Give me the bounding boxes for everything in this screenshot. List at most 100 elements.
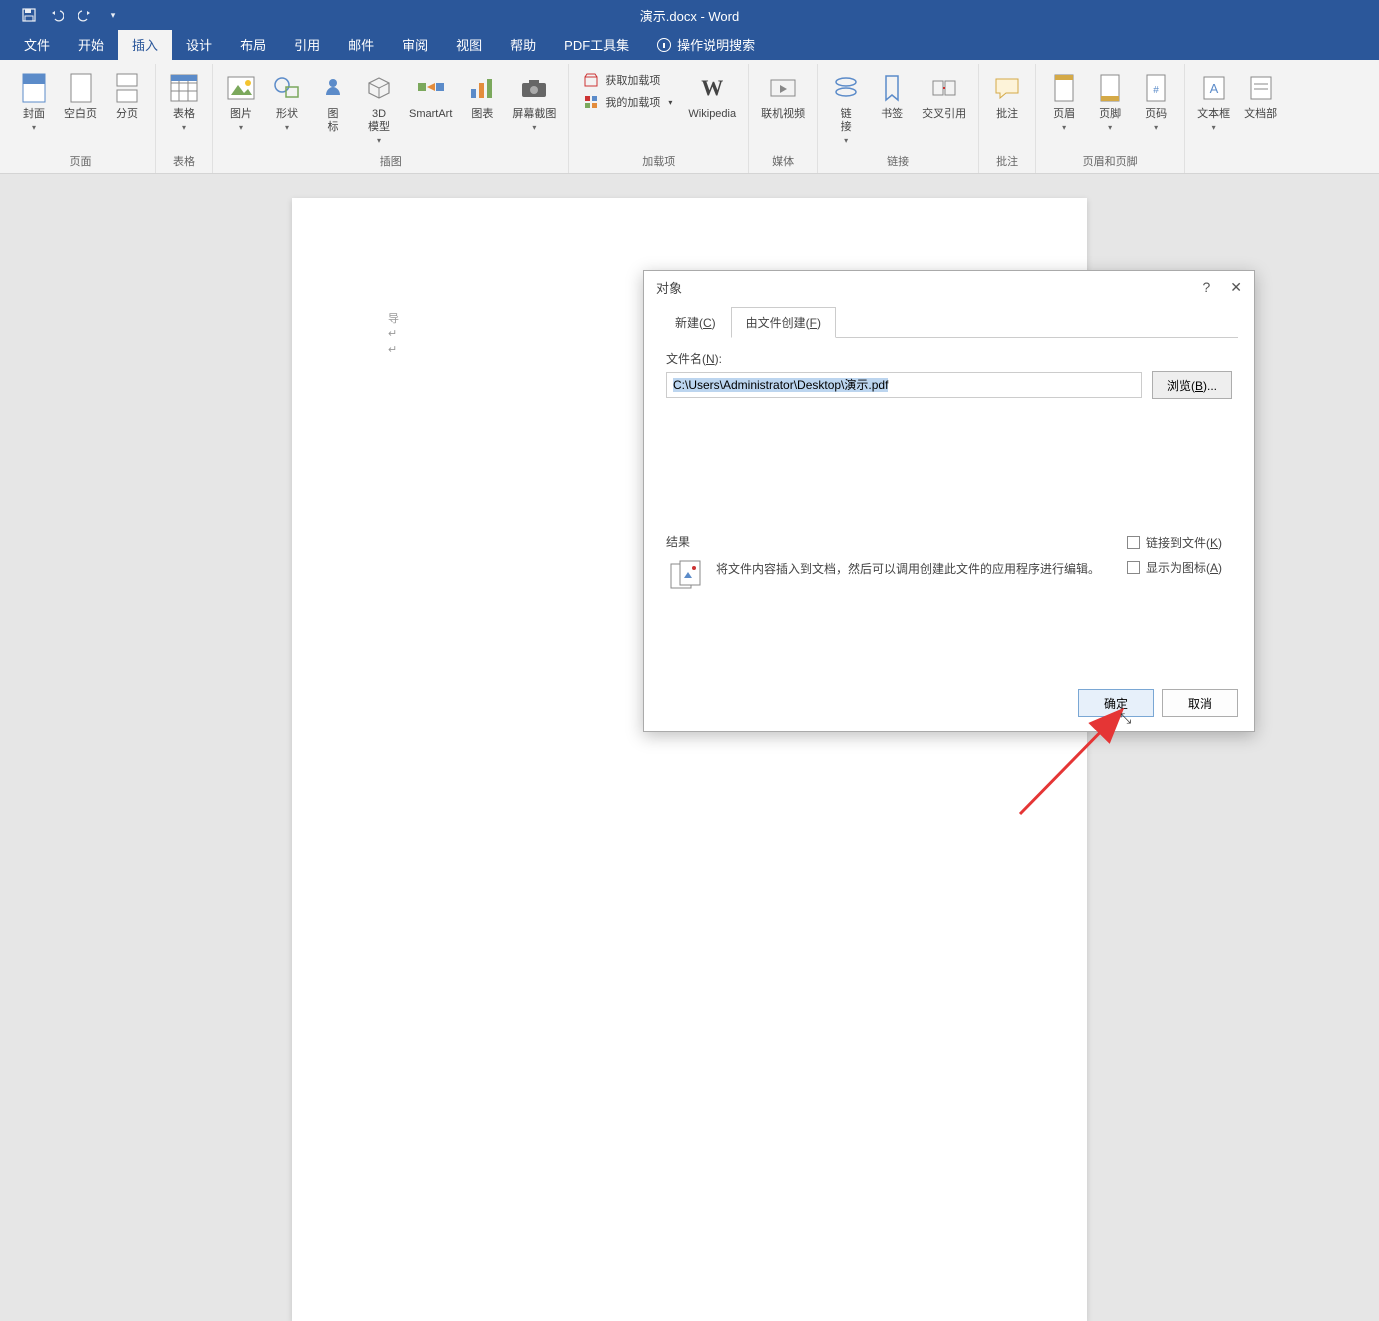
filename-input[interactable]: C:\Users\Administrator\Desktop\演示.pdf <box>666 372 1142 398</box>
ribbon-group-text: A文本框▾ 文档部 <box>1185 64 1289 173</box>
bookmark-button[interactable]: 书签 <box>870 66 914 125</box>
tab-mailings[interactable]: 邮件 <box>334 29 388 60</box>
tab-file[interactable]: 文件 <box>10 29 64 60</box>
tab-pdf-tools[interactable]: PDF工具集 <box>550 29 643 60</box>
textbox-button[interactable]: A文本框▾ <box>1191 66 1236 136</box>
tab-home[interactable]: 开始 <box>64 29 118 60</box>
ribbon: 封面▾ 空白页 分页 页面 表格▾ 表格 图片▾ 形状▾ 图 标 3D 模型▾ … <box>0 60 1379 174</box>
video-icon <box>767 70 799 106</box>
dialog-tabs: 新建(C) 由文件创建(F) <box>644 307 1254 338</box>
page-number-icon: # <box>1140 70 1172 106</box>
smartart-icon <box>415 70 447 106</box>
header-icon <box>1048 70 1080 106</box>
result-text: 将文件内容插入到文档，然后可以调用创建此文件的应用程序进行编辑。 <box>716 560 1100 579</box>
ok-button[interactable]: 确定 <box>1078 689 1154 717</box>
dialog-title: 对象 <box>656 278 682 297</box>
titlebar: ▾ 演示.docx - Word <box>0 0 1379 30</box>
cover-page-button[interactable]: 封面▾ <box>12 66 56 136</box>
pictures-button[interactable]: 图片▾ <box>219 66 263 136</box>
tab-create-new[interactable]: 新建(C) <box>660 307 731 338</box>
cube-icon <box>363 70 395 106</box>
footer-button[interactable]: 页脚▾ <box>1088 66 1132 136</box>
bookmark-icon <box>876 70 908 106</box>
help-button[interactable]: ? <box>1202 279 1210 296</box>
checkbox-icon <box>1127 536 1140 549</box>
window-title: 演示.docx - Word <box>0 6 1379 25</box>
ribbon-tabs: 文件 开始 插入 设计 布局 引用 邮件 审阅 视图 帮助 PDF工具集 操作说… <box>0 30 1379 60</box>
chart-icon <box>466 70 498 106</box>
ribbon-group-illustrations: 图片▾ 形状▾ 图 标 3D 模型▾ SmartArt 图表 屏幕截图▾ 插图 <box>213 64 569 173</box>
comment-icon <box>991 70 1023 106</box>
smartart-button[interactable]: SmartArt <box>403 66 458 125</box>
ribbon-group-comments: 批注 批注 <box>979 64 1036 173</box>
icons-button[interactable]: 图 标 <box>311 66 355 138</box>
shapes-button[interactable]: 形状▾ <box>265 66 309 136</box>
parts-icon <box>1245 70 1277 106</box>
footer-icon <box>1094 70 1126 106</box>
paragraph-marks: 导 ↵ ↵ <box>388 312 399 358</box>
blank-page-button[interactable]: 空白页 <box>58 66 103 125</box>
ribbon-group-media: 联机视频 媒体 <box>749 64 818 173</box>
table-button[interactable]: 表格▾ <box>162 66 206 136</box>
wikipedia-button[interactable]: WWikipedia <box>682 66 742 125</box>
table-icon <box>168 70 200 106</box>
tell-me-label: 操作说明搜索 <box>677 35 755 54</box>
tab-references[interactable]: 引用 <box>280 29 334 60</box>
header-button[interactable]: 页眉▾ <box>1042 66 1086 136</box>
ribbon-group-tables: 表格▾ 表格 <box>156 64 213 173</box>
qat-customize-icon[interactable]: ▾ <box>106 8 120 22</box>
dialog-titlebar[interactable]: 对象 ? ✕ <box>644 271 1254 303</box>
save-icon[interactable] <box>22 8 36 22</box>
shapes-icon <box>271 70 303 106</box>
dialog-footer: 确定 取消 <box>644 679 1254 731</box>
close-button[interactable]: ✕ <box>1230 279 1242 296</box>
quickparts-button[interactable]: 文档部 <box>1238 66 1283 125</box>
ribbon-group-addins: 获取加载项 我的加载项▾ WWikipedia 加载项 <box>569 64 749 173</box>
crossref-icon <box>928 70 960 106</box>
tell-me-search[interactable]: 操作说明搜索 <box>643 29 769 60</box>
undo-icon[interactable] <box>50 8 64 22</box>
quick-access-toolbar: ▾ <box>0 8 120 22</box>
icons-icon <box>317 70 349 106</box>
screenshot-icon <box>518 70 550 106</box>
checkbox-icon <box>1127 561 1140 574</box>
display-as-icon-checkbox[interactable]: 显示为图标(A) <box>1127 559 1222 576</box>
link-icon <box>830 70 862 106</box>
blank-page-icon <box>65 70 97 106</box>
tab-insert[interactable]: 插入 <box>118 29 172 60</box>
tab-help[interactable]: 帮助 <box>496 29 550 60</box>
ribbon-group-pages: 封面▾ 空白页 分页 页面 <box>6 64 156 173</box>
comment-button[interactable]: 批注 <box>985 66 1029 125</box>
ribbon-group-header-footer: 页眉▾ 页脚▾ #页码▾ 页眉和页脚 <box>1036 64 1185 173</box>
dialog-body: 文件名(N): C:\Users\Administrator\Desktop\演… <box>644 338 1254 674</box>
cancel-button[interactable]: 取消 <box>1162 689 1238 717</box>
online-video-button[interactable]: 联机视频 <box>755 66 811 125</box>
page-break-button[interactable]: 分页 <box>105 66 149 125</box>
tab-create-from-file[interactable]: 由文件创建(F) <box>731 307 836 338</box>
get-addins-button[interactable]: 获取加载项 <box>579 70 676 90</box>
link-to-file-checkbox[interactable]: 链接到文件(K) <box>1127 534 1222 551</box>
browse-button[interactable]: 浏览(B)... <box>1152 371 1232 399</box>
wikipedia-icon: W <box>696 70 728 106</box>
tab-review[interactable]: 审阅 <box>388 29 442 60</box>
redo-icon[interactable] <box>78 8 92 22</box>
picture-icon <box>225 70 257 106</box>
screenshot-button[interactable]: 屏幕截图▾ <box>506 66 562 136</box>
tab-design[interactable]: 设计 <box>172 29 226 60</box>
chart-button[interactable]: 图表 <box>460 66 504 125</box>
object-dialog: 对象 ? ✕ 新建(C) 由文件创建(F) 文件名(N): C:\Users\A… <box>643 270 1255 732</box>
svg-text:A: A <box>1209 81 1218 96</box>
link-button[interactable]: 链 接▾ <box>824 66 868 149</box>
cross-reference-button[interactable]: 交叉引用 <box>916 66 972 125</box>
tab-view[interactable]: 视图 <box>442 29 496 60</box>
result-icon <box>670 560 706 590</box>
page-number-button[interactable]: #页码▾ <box>1134 66 1178 136</box>
page-break-icon <box>111 70 143 106</box>
ribbon-group-links: 链 接▾ 书签 交叉引用 链接 <box>818 64 979 173</box>
svg-text:#: # <box>1153 85 1159 96</box>
my-addins-button[interactable]: 我的加载项▾ <box>579 92 676 112</box>
3d-models-button[interactable]: 3D 模型▾ <box>357 66 401 149</box>
textbox-icon: A <box>1198 70 1230 106</box>
tab-layout[interactable]: 布局 <box>226 29 280 60</box>
cover-page-icon <box>18 70 50 106</box>
